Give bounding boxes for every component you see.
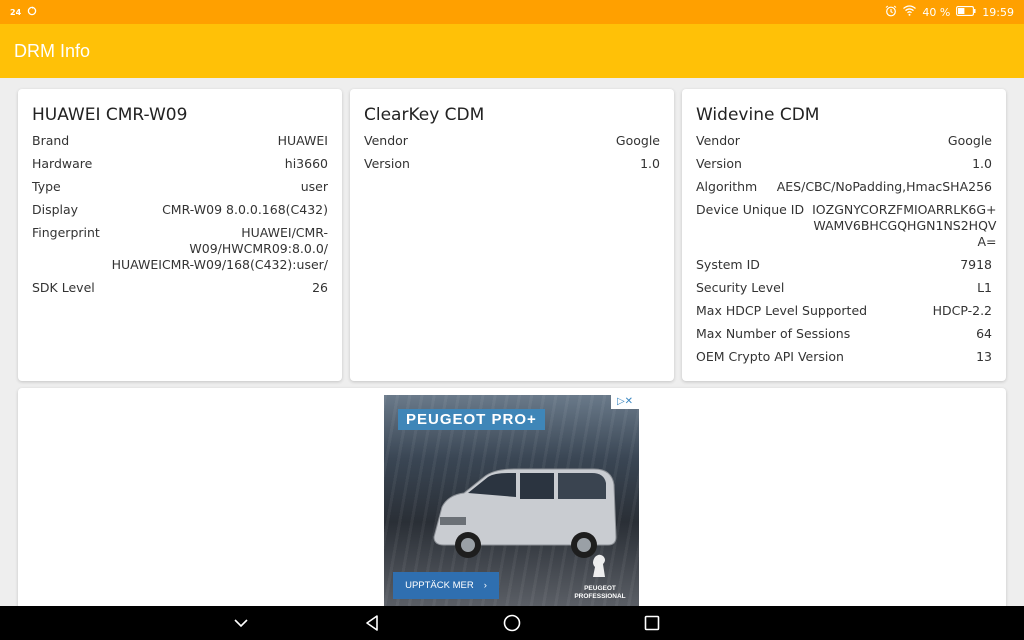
row-value: Google bbox=[615, 133, 660, 148]
row-key: Display bbox=[32, 202, 79, 217]
battery-icon bbox=[956, 5, 976, 19]
row-value: CMR-W09 8.0.0.168(C432) bbox=[162, 202, 328, 217]
info-row-algorithm: Algorithm AES/CBC/NoPadding,HmacSHA256 bbox=[696, 179, 992, 195]
row-key: Type bbox=[32, 179, 61, 194]
status-bar: 24 40 % 19:59 bbox=[0, 0, 1024, 24]
ad-cta-label: UPPTÄCK MER bbox=[405, 580, 474, 591]
info-row-oem-crypto: OEM Crypto API Version 13 bbox=[696, 349, 992, 365]
info-row-vendor: Vendor Google bbox=[364, 133, 660, 149]
row-key: SDK Level bbox=[32, 280, 95, 295]
app-title: DRM Info bbox=[14, 40, 91, 61]
collapse-icon[interactable] bbox=[230, 612, 252, 634]
info-row-vendor: Vendor Google bbox=[696, 133, 992, 149]
notification-badge: 24 bbox=[10, 7, 22, 17]
app-bar: DRM Info bbox=[0, 24, 1024, 78]
device-info-card: HUAWEI CMR-W09 Brand HUAWEI Hardware hi366… bbox=[18, 89, 342, 381]
clearkey-card: ClearKey CDM Vendor Google Version 1.0 bbox=[350, 89, 674, 381]
info-row-type: Type user bbox=[32, 179, 328, 195]
row-value: HUAWEI/CMR-W09/HWCMR09:8.0.0/ HUAWEICMR-… bbox=[111, 225, 328, 272]
status-right: 40 % 19:59 bbox=[885, 5, 1014, 20]
info-row-sdk-level: SDK Level 26 bbox=[32, 280, 328, 296]
widevine-card-title: Widevine CDM bbox=[696, 105, 820, 125]
clearkey-card-title: ClearKey CDM bbox=[364, 105, 485, 125]
info-row-display: Display CMR-W09 8.0.0.168(C432) bbox=[32, 202, 328, 218]
sync-icon bbox=[27, 6, 37, 19]
clearkey-rows: Vendor Google Version 1.0 bbox=[364, 133, 660, 179]
ad-brand-label: PEUGEOT PRO+ bbox=[398, 409, 545, 430]
row-value: Google bbox=[947, 133, 992, 148]
row-key: Max Number of Sessions bbox=[696, 326, 851, 341]
row-key: Brand bbox=[32, 133, 70, 148]
row-value: HDCP-2.2 bbox=[932, 303, 992, 318]
row-value: L1 bbox=[977, 280, 992, 295]
info-row-version: Version 1.0 bbox=[696, 156, 992, 172]
info-row-security-level: Security Level L1 bbox=[696, 280, 992, 296]
row-value: 64 bbox=[976, 326, 992, 341]
row-key: Device Unique ID bbox=[696, 202, 805, 217]
row-value: 7918 bbox=[960, 257, 992, 272]
info-row-version: Version 1.0 bbox=[364, 156, 660, 172]
row-key: Vendor bbox=[696, 133, 740, 148]
info-row-system-id: System ID 7918 bbox=[696, 257, 992, 273]
info-row-device-unique-id: Device Unique ID IOZGNYCORZFMIOARRLK6G+ W… bbox=[696, 202, 996, 250]
row-key: Fingerprint bbox=[32, 225, 100, 240]
widevine-rows: Vendor Google Version 1.0 Algorithm AES/CBC… bbox=[696, 133, 996, 372]
row-key: Algorithm bbox=[696, 179, 758, 194]
back-icon[interactable] bbox=[361, 612, 383, 634]
row-key: OEM Crypto API Version bbox=[696, 349, 844, 364]
battery-percent: 40 % bbox=[922, 5, 951, 19]
widevine-card: Widevine CDM Vendor Google Version 1.0 Alg… bbox=[682, 89, 1006, 381]
info-row-hardware: Hardware hi3660 bbox=[32, 156, 328, 172]
row-value: 26 bbox=[312, 280, 328, 295]
info-row-max-hdcp: Max HDCP Level Supported HDCP-2.2 bbox=[696, 303, 992, 319]
wifi-icon bbox=[903, 5, 917, 19]
peugeot-lion-logo bbox=[593, 554, 605, 577]
row-value: IOZGNYCORZFMIOARRLK6G+ WAMV6BHCGQHGN1NS2… bbox=[812, 202, 997, 249]
info-row-fingerprint: Fingerprint HUAWEI/CMR-W09/HWCMR09:8.0.0/… bbox=[32, 225, 328, 273]
van-image bbox=[433, 468, 617, 558]
alarm-icon bbox=[885, 5, 897, 20]
device-card-title: HUAWEI CMR-W09 bbox=[32, 105, 188, 125]
status-time: 19:59 bbox=[982, 5, 1014, 19]
navigation-bar bbox=[0, 606, 1024, 640]
ad-banner[interactable]: PEUGEOT PRO+ ▷✕ UPPTÄCK MER › PEUGEOT PR… bbox=[384, 395, 639, 607]
row-value: user bbox=[300, 179, 328, 194]
row-value: hi3660 bbox=[284, 156, 328, 171]
ad-logo-text: PEUGEOT PROFESSIONAL bbox=[574, 585, 626, 600]
row-key: Security Level bbox=[696, 280, 785, 295]
home-icon[interactable] bbox=[501, 612, 523, 634]
device-info-rows: Brand HUAWEI Hardware hi3660 Type user Disp… bbox=[32, 133, 328, 303]
info-row-max-sessions: Max Number of Sessions 64 bbox=[696, 326, 992, 342]
recents-icon[interactable] bbox=[641, 612, 663, 634]
row-key: Version bbox=[696, 156, 742, 171]
ad-cta-button[interactable]: UPPTÄCK MER › bbox=[393, 572, 499, 599]
row-value: 13 bbox=[976, 349, 992, 364]
ad-choices-icon[interactable]: ▷✕ bbox=[611, 395, 639, 409]
row-key: Hardware bbox=[32, 156, 93, 171]
row-value: 1.0 bbox=[640, 156, 660, 171]
row-key: Version bbox=[364, 156, 410, 171]
row-key: System ID bbox=[696, 257, 760, 272]
row-value: HUAWEI bbox=[277, 133, 328, 148]
info-row-brand: Brand HUAWEI bbox=[32, 133, 328, 149]
row-value: 1.0 bbox=[972, 156, 992, 171]
row-value: AES/CBC/NoPadding,HmacSHA256 bbox=[776, 179, 992, 194]
row-key: Max HDCP Level Supported bbox=[696, 303, 868, 318]
status-left: 24 bbox=[10, 6, 37, 19]
chevron-right-icon: › bbox=[483, 580, 487, 591]
row-key: Vendor bbox=[364, 133, 408, 148]
